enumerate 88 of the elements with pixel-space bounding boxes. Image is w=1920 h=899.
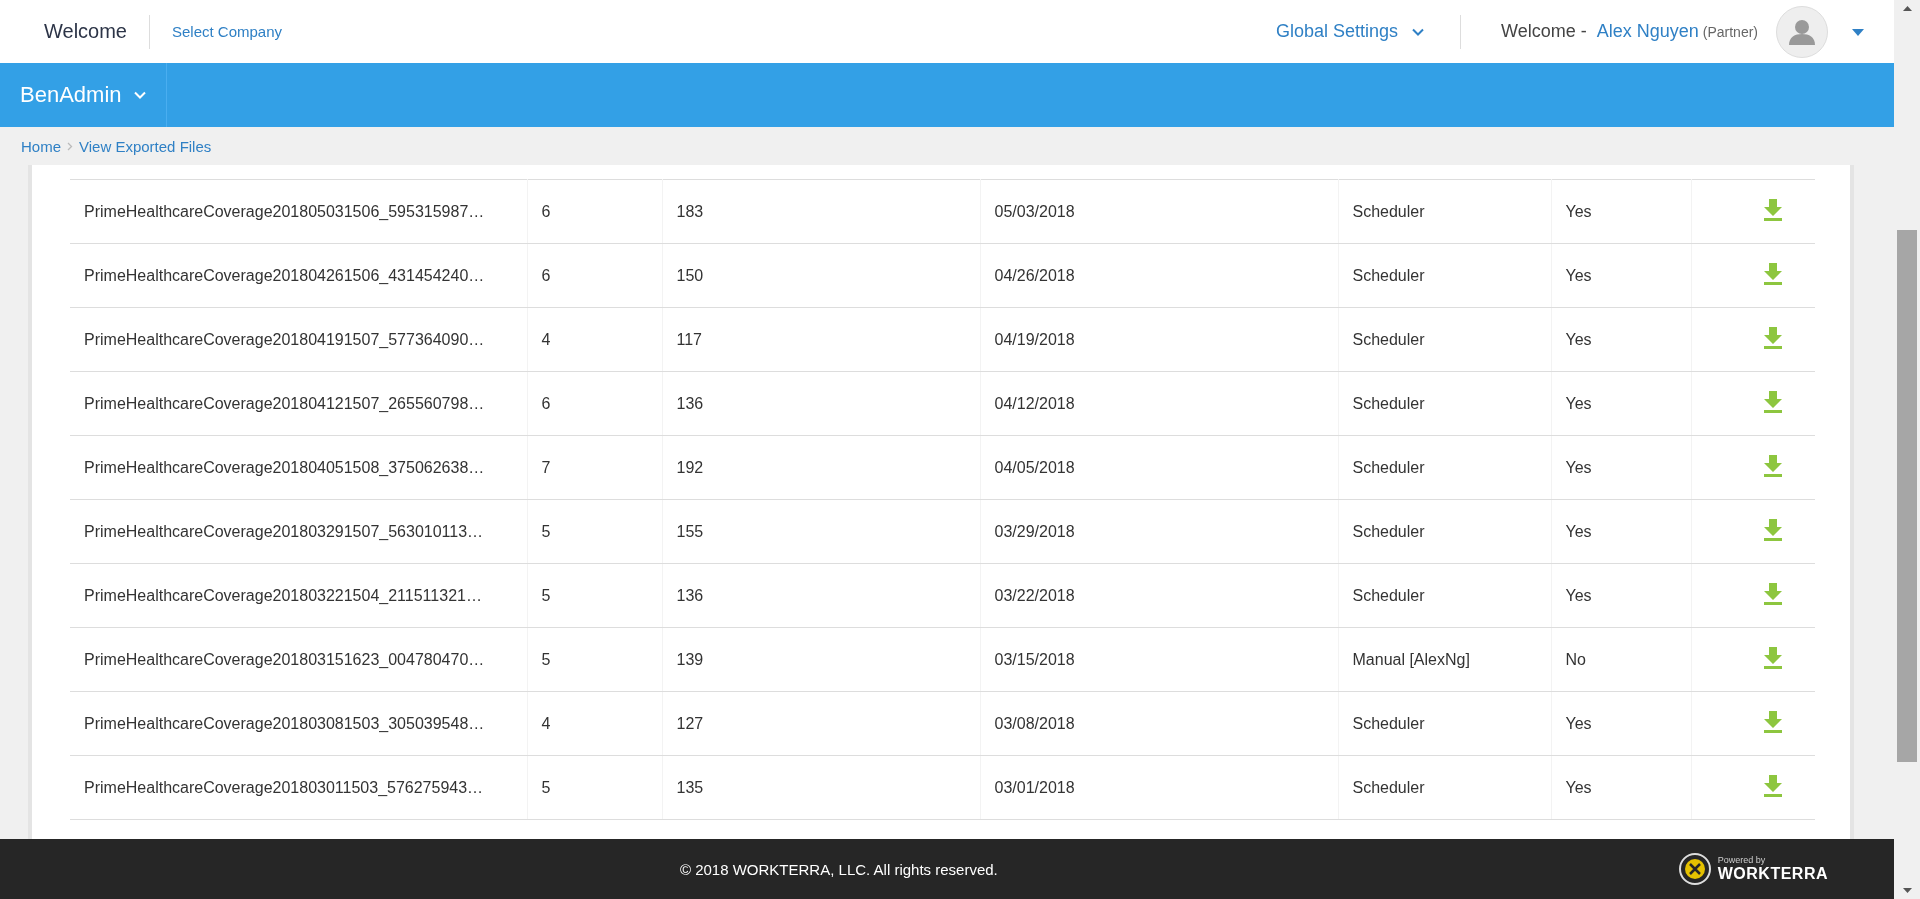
- chevron-right-icon: [67, 141, 73, 151]
- table-cell: 127: [676, 714, 704, 732]
- file-name-cell: PrimeHealthcareCoverage201804121507_265560798…: [84, 394, 485, 412]
- table-cell: 4: [541, 714, 551, 732]
- table-cell: Yes: [1565, 330, 1592, 348]
- table-cell: 150: [676, 266, 704, 284]
- table-cell: 135: [676, 778, 704, 796]
- file-name-cell: PrimeHealthcareCoverage201804261506_431454240…: [84, 266, 485, 284]
- date-cell: 03/08/2018: [994, 714, 1075, 732]
- date-cell: 05/03/2018: [994, 202, 1075, 220]
- download-icon[interactable]: [1762, 647, 1783, 672]
- table-cell: Yes: [1565, 458, 1592, 476]
- download-icon[interactable]: [1762, 199, 1783, 224]
- table-cell: Scheduler: [1352, 266, 1425, 284]
- file-name-cell: PrimeHealthcareCoverage201803291507_563010113…: [84, 522, 484, 540]
- logo-icon: [1677, 852, 1712, 886]
- table-cell: Scheduler: [1352, 586, 1425, 604]
- table-cell: 5: [541, 650, 551, 668]
- download-icon[interactable]: [1762, 583, 1783, 608]
- table-cell: Scheduler: [1352, 778, 1425, 796]
- table-cell: 117: [676, 330, 702, 348]
- table-cell: Yes: [1565, 778, 1592, 796]
- copyright-text: © 2018 WORKTERRA, LLC. All rights reserved.: [678, 860, 999, 878]
- table-cell: 183: [676, 202, 704, 220]
- scroll-up-icon[interactable]: [1902, 6, 1912, 11]
- date-cell: 03/15/2018: [994, 650, 1075, 668]
- table-cell: 155: [676, 522, 704, 540]
- file-name-cell: PrimeHealthcareCoverage201803151623_004780470…: [84, 650, 485, 668]
- table-cell: Scheduler: [1352, 458, 1425, 476]
- table-cell: 139: [676, 650, 704, 668]
- download-icon[interactable]: [1762, 391, 1783, 416]
- table-cell: 5: [541, 586, 551, 604]
- breadcrumb-link[interactable]: Home: [21, 137, 61, 155]
- date-cell: 04/12/2018: [994, 394, 1075, 412]
- date-cell: 04/26/2018: [994, 266, 1075, 284]
- table-cell: 6: [541, 394, 551, 412]
- table-cell: Yes: [1565, 266, 1592, 284]
- table-cell: 6: [541, 202, 551, 220]
- chevron-down-icon: [1412, 27, 1424, 36]
- welcome-label: Welcome -: [1501, 21, 1587, 42]
- table-cell: Scheduler: [1352, 714, 1425, 732]
- table-cell: Scheduler: [1352, 394, 1425, 412]
- user-name-link[interactable]: Alex Nguyen: [1596, 21, 1699, 42]
- date-cell: 04/05/2018: [994, 458, 1075, 476]
- date-cell: 03/22/2018: [994, 586, 1075, 604]
- download-icon[interactable]: [1762, 775, 1783, 800]
- table-cell: Yes: [1565, 714, 1592, 732]
- table-cell: Yes: [1565, 522, 1592, 540]
- download-icon[interactable]: [1762, 455, 1783, 480]
- chevron-down-icon: [133, 91, 146, 99]
- user-role: (Partner): [1702, 23, 1758, 40]
- table-cell: 6: [541, 266, 551, 284]
- download-icon[interactable]: [1762, 711, 1783, 736]
- table-cell: Scheduler: [1352, 202, 1425, 220]
- table-cell: 136: [676, 394, 704, 412]
- date-cell: 04/19/2018: [994, 330, 1075, 348]
- table-cell: Yes: [1565, 586, 1592, 604]
- table-cell: 5: [541, 522, 551, 540]
- download-icon[interactable]: [1762, 327, 1783, 352]
- table-cell: 136: [676, 586, 704, 604]
- table-cell: No: [1565, 650, 1586, 668]
- download-icon[interactable]: [1762, 263, 1783, 288]
- table-cell: 7: [541, 458, 551, 476]
- select-company-link[interactable]: Select Company: [172, 23, 283, 40]
- download-icon[interactable]: [1762, 519, 1783, 544]
- brand-name: WORKTERRA: [1717, 865, 1828, 883]
- date-cell: 03/29/2018: [994, 522, 1075, 540]
- table-cell: Scheduler: [1352, 330, 1425, 348]
- table-cell: Scheduler: [1352, 522, 1425, 540]
- scrollbar-thumb[interactable]: [1897, 230, 1917, 762]
- table-cell: 192: [676, 458, 704, 476]
- table-cell: 4: [541, 330, 551, 348]
- file-name-cell: PrimeHealthcareCoverage201804191507_577364090…: [84, 330, 485, 348]
- scroll-down-icon[interactable]: [1902, 888, 1912, 893]
- file-name-cell: PrimeHealthcareCoverage201803081503_305039548…: [84, 714, 485, 732]
- file-name-cell: PrimeHealthcareCoverage201804051508_375062638…: [84, 458, 485, 476]
- file-name-cell: PrimeHealthcareCoverage201803011503_576275943…: [84, 778, 484, 796]
- table-cell: 5: [541, 778, 551, 796]
- powered-by-label: Powered by: [1717, 855, 1767, 865]
- file-name-cell: PrimeHealthcareCoverage201803221504_211511321…: [84, 586, 482, 604]
- table-cell: Yes: [1565, 202, 1592, 220]
- breadcrumb-link[interactable]: View Exported Files: [79, 137, 212, 155]
- date-cell: 03/01/2018: [994, 778, 1075, 796]
- global-settings-dropdown[interactable]: Global Settings: [1275, 21, 1424, 42]
- file-name-cell: PrimeHealthcareCoverage201805031506_595315987…: [84, 202, 485, 220]
- page-title: Welcome: [44, 20, 127, 43]
- table-cell: Manual [AlexNg]: [1352, 650, 1470, 668]
- table-cell: Yes: [1565, 394, 1592, 412]
